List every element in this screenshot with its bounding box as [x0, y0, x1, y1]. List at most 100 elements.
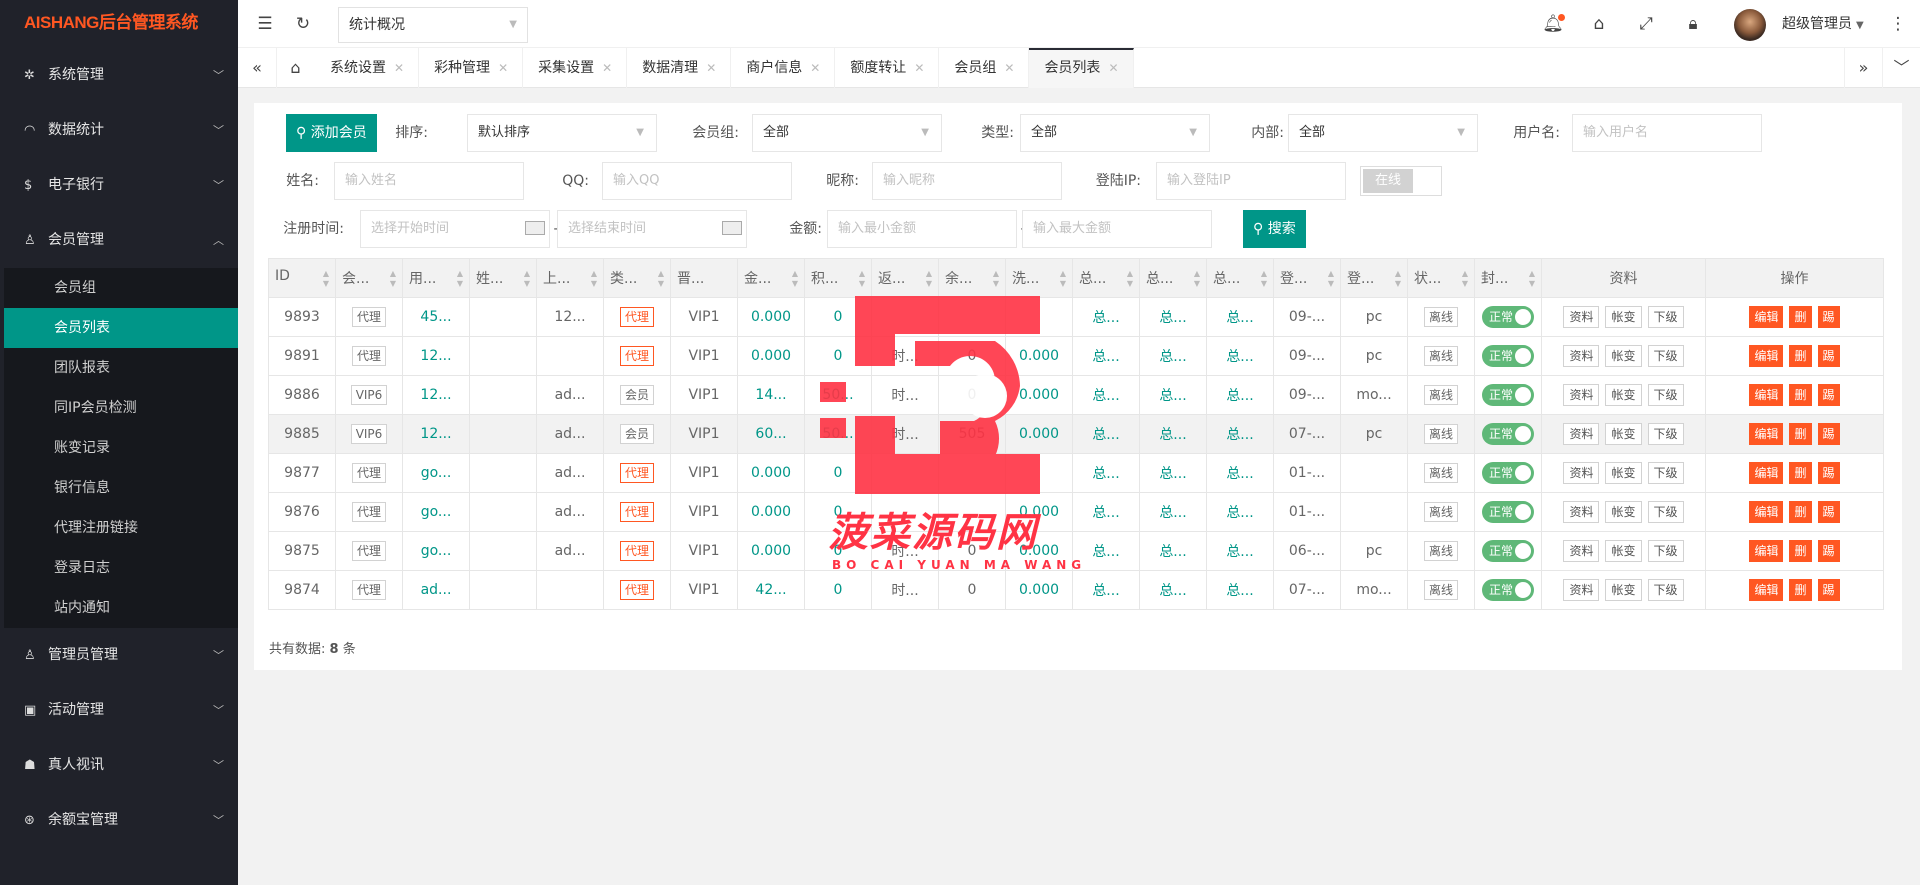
sidebar-item-yuebao[interactable]: ⊛ 余额宝管理 ﹀ [4, 793, 238, 848]
tab-system-settings[interactable]: 系统设置 ✕ [315, 48, 420, 88]
sort-icon[interactable]: ▲ ▼ [1060, 269, 1066, 289]
delete-button[interactable]: 删 [1789, 423, 1812, 445]
cell-points-link[interactable]: 0 [834, 543, 843, 559]
cell-wash-link[interactable]: 0.000 [1019, 582, 1059, 598]
close-icon[interactable]: ✕ [498, 61, 508, 75]
cell-total-3-link[interactable]: 总... [1226, 466, 1253, 482]
close-icon[interactable]: ✕ [394, 61, 404, 75]
cell-total-1-link[interactable]: 总... [1092, 310, 1119, 326]
bell-icon[interactable]: 🔔︎ [1538, 0, 1568, 48]
cell-wash-link[interactable]: 0.000 [1019, 426, 1059, 442]
column-header[interactable]: 返... ▲ ▼ [871, 258, 939, 298]
fullscreen-icon[interactable]: ⤢ [1631, 0, 1661, 48]
column-header[interactable]: 金... ▲ ▼ [737, 258, 805, 298]
edit-button[interactable]: 编辑 [1749, 540, 1784, 562]
cell-points-link[interactable]: 50... [822, 387, 853, 403]
column-header[interactable]: 上... ▲ ▼ [536, 258, 604, 298]
tag-icon[interactable]: ⌂ [1584, 0, 1614, 48]
kick-button[interactable]: 踢 [1817, 423, 1840, 445]
column-header[interactable]: 总... ▲ ▼ [1206, 258, 1274, 298]
cell-total-2-link[interactable]: 总... [1159, 544, 1186, 560]
sidebar-item-system[interactable]: ✲ 系统管理 ﹀ [4, 48, 238, 103]
cell-wash-link[interactable]: 0.000 [1019, 348, 1059, 364]
cell-total-1-link[interactable]: 总... [1092, 466, 1119, 482]
sort-icon[interactable]: ▲ ▼ [524, 269, 530, 289]
subordinates-button[interactable]: 下级 [1647, 579, 1684, 601]
info-button[interactable]: 资料 [1563, 306, 1600, 328]
close-icon[interactable]: ✕ [1004, 61, 1014, 75]
username-input[interactable]: 输入用户名 [1572, 114, 1762, 152]
home-icon[interactable]: ⌂ [276, 48, 314, 88]
min-amount-input[interactable]: 输入最小金额 [827, 210, 1017, 248]
delete-button[interactable]: 删 [1789, 345, 1812, 367]
cell-money-link[interactable]: 0.000 [751, 348, 791, 364]
edit-button[interactable]: 编辑 [1749, 462, 1784, 484]
sub-item-member-group[interactable]: 会员组 [4, 268, 238, 308]
lock-icon[interactable]: 🔒︎ [1678, 0, 1708, 48]
cell-money-link[interactable]: 0.000 [751, 543, 791, 559]
cell-username-link[interactable]: go... [421, 504, 452, 520]
cell-wash-link[interactable]: 0.000 [1019, 543, 1059, 559]
delete-button[interactable]: 删 [1789, 501, 1812, 523]
sort-select[interactable]: 默认排序 ▼ [467, 114, 657, 152]
sort-icon[interactable]: ▲ ▼ [390, 269, 396, 289]
cell-username-link[interactable]: 12... [420, 387, 451, 403]
cell-username-link[interactable]: 12... [420, 348, 451, 364]
sort-icon[interactable]: ▲ ▼ [1127, 269, 1133, 289]
cell-total-2-link[interactable]: 总... [1159, 583, 1186, 599]
cell-money-link[interactable]: 42... [755, 582, 786, 598]
info-button[interactable]: 资料 [1563, 501, 1600, 523]
column-header[interactable]: 登... ▲ ▼ [1340, 258, 1408, 298]
account-change-button[interactable]: 帐变 [1605, 579, 1642, 601]
sort-icon[interactable]: ▲ ▼ [1462, 269, 1468, 289]
kick-button[interactable]: 踢 [1817, 579, 1840, 601]
tabs-menu-icon[interactable]: ﹀ [1882, 48, 1920, 88]
ban-switch[interactable]: 正常 [1482, 345, 1534, 367]
qq-input[interactable]: 输入QQ [602, 162, 792, 200]
online-toggle[interactable]: 在线 [1360, 166, 1442, 196]
cell-total-3-link[interactable]: 总... [1226, 349, 1253, 365]
kick-button[interactable]: 踢 [1817, 501, 1840, 523]
delete-button[interactable]: 删 [1789, 384, 1812, 406]
sort-icon[interactable]: ▲ ▼ [1194, 269, 1200, 289]
close-icon[interactable]: ✕ [914, 61, 924, 75]
sub-item-notice[interactable]: 站内通知 [4, 588, 238, 628]
sidebar-item-activity[interactable]: ▣ 活动管理 ﹀ [4, 683, 238, 738]
sub-item-account-log[interactable]: 账变记录 [4, 428, 238, 468]
info-button[interactable]: 资料 [1563, 462, 1600, 484]
column-header[interactable]: 晋... [670, 258, 738, 298]
kick-button[interactable]: 踢 [1817, 384, 1840, 406]
sidebar-item-ebank[interactable]: $ 电子银行 ﹀ [4, 158, 238, 213]
cell-points-link[interactable]: 0 [834, 582, 843, 598]
sort-icon[interactable]: ▲ ▼ [859, 269, 865, 289]
subordinates-button[interactable]: 下级 [1647, 540, 1684, 562]
subordinates-button[interactable]: 下级 [1647, 384, 1684, 406]
cell-username-link[interactable]: 12... [420, 426, 451, 442]
subordinates-button[interactable]: 下级 [1647, 306, 1684, 328]
sort-icon[interactable]: ▲ ▼ [1261, 269, 1267, 289]
cell-total-2-link[interactable]: 总... [1159, 505, 1186, 521]
kick-button[interactable]: 踢 [1817, 306, 1840, 328]
ban-switch[interactable]: 正常 [1482, 384, 1534, 406]
sidebar-item-live-video[interactable]: ☗ 真人视讯 ﹀ [4, 738, 238, 793]
info-button[interactable]: 资料 [1563, 423, 1600, 445]
edit-button[interactable]: 编辑 [1749, 306, 1784, 328]
more-vertical-icon[interactable]: ⋮ [1883, 0, 1913, 48]
tabs-scroll-right-icon[interactable]: » [1844, 48, 1882, 88]
subordinates-button[interactable]: 下级 [1647, 501, 1684, 523]
account-change-button[interactable]: 帐变 [1605, 423, 1642, 445]
nav-select[interactable]: 统计概况 ▼ [338, 7, 528, 43]
cell-money-link[interactable]: 0.000 [751, 309, 791, 325]
sort-icon[interactable]: ▲ ▼ [926, 269, 932, 289]
column-header[interactable]: 会... ▲ ▼ [335, 258, 403, 298]
close-icon[interactable]: ✕ [602, 61, 612, 75]
user-menu[interactable]: 超级管理员 ▼ [1782, 0, 1864, 48]
tab-transfer[interactable]: 额度转让 ✕ [835, 48, 940, 88]
account-change-button[interactable]: 帐变 [1605, 462, 1642, 484]
edit-button[interactable]: 编辑 [1749, 345, 1784, 367]
info-button[interactable]: 资料 [1563, 540, 1600, 562]
column-header[interactable]: 总... ▲ ▼ [1139, 258, 1207, 298]
kick-button[interactable]: 踢 [1817, 540, 1840, 562]
sub-item-team-report[interactable]: 团队报表 [4, 348, 238, 388]
avatar[interactable] [1734, 9, 1766, 41]
